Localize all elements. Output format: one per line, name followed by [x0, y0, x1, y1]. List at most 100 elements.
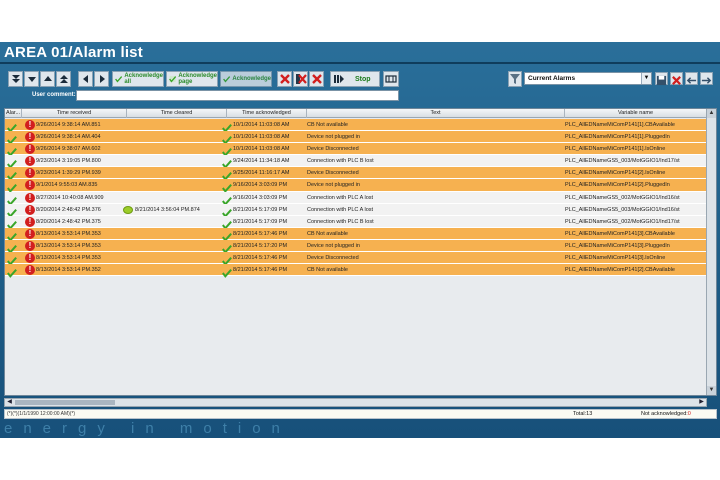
delete-filter-button[interactable]: [670, 72, 683, 85]
acknowledged-check-icon: [222, 168, 232, 182]
cell-text: Connection with PLC B lost: [307, 158, 374, 165]
alarm-exclamation-icon: !: [25, 253, 35, 264]
acknowledged-check-icon: [222, 156, 232, 170]
column-header-text[interactable]: Text: [307, 109, 565, 118]
table-row[interactable]: ! 8/13/2014 3:53:14 PM.353 8/21/2014 5:17:…: [5, 252, 707, 266]
acknowledged-check-icon: [222, 193, 232, 206]
cell-time-cleared: [135, 167, 227, 179]
pause-play-icon: [334, 75, 344, 83]
alarm-exclamation-icon: !: [25, 168, 35, 179]
funnel-icon: [510, 74, 520, 84]
vertical-scrollbar[interactable]: ▲ ▼: [706, 109, 716, 395]
alarm-exclamation-icon: !: [25, 216, 35, 227]
import-filter-button[interactable]: [685, 72, 698, 85]
filter-icon[interactable]: [508, 71, 522, 87]
table-row[interactable]: ! 9/23/2014 1:39:29 PM.939 9/25/2014 11:16…: [5, 167, 707, 182]
save-filter-button[interactable]: [655, 72, 668, 86]
cell-time-acknowledged: 8/21/2014 5:17:20 PM: [233, 242, 288, 249]
cell-time-received: 9/1/2014 9:55:03 AM.835: [36, 182, 98, 189]
cell-time-cleared: [135, 264, 227, 276]
column-header-time-cleared[interactable]: Time cleared: [127, 109, 227, 118]
acknowledged-check-icon: [222, 180, 232, 194]
scroll-up-button[interactable]: [40, 71, 55, 87]
user-comment-input[interactable]: [76, 90, 399, 101]
fit-columns-button[interactable]: [383, 71, 399, 87]
title-divider: [0, 62, 720, 64]
alarm-table: Alar... Time received Time cleared Time …: [4, 108, 717, 396]
export-filter-button[interactable]: [700, 72, 713, 85]
alarm-exclamation-icon: !: [25, 120, 35, 130]
delete-page-button[interactable]: [293, 71, 308, 87]
cell-time-received: 9/26/2014 9:38:14 AM.404: [36, 134, 101, 141]
cell-time-acknowledged: 10/1/2014 11:03:08 AM: [233, 146, 290, 153]
double-down-icon: [11, 75, 20, 83]
column-header-variable-name[interactable]: Variable name: [565, 109, 707, 118]
table-row[interactable]: ! 9/26/2014 9:38:14 AM.851 10/1/2014 11:03…: [5, 119, 707, 133]
table-row[interactable]: ! 8/20/2014 2:48:42 PM.375 8/21/2014 5:17:…: [5, 215, 707, 230]
cell-time-received: 8/13/2014 3:53:14 PM.352: [36, 267, 101, 274]
scroll-bottom-button[interactable]: [8, 71, 23, 87]
table-row[interactable]: ! 9/23/2014 3:19:05 PM.800 9/24/2014 11:34…: [5, 155, 707, 170]
acknowledged-check-icon: [222, 217, 232, 230]
cell-time-cleared: [135, 228, 227, 240]
cell-time-cleared: [135, 240, 227, 252]
acknowledge-all-button[interactable]: Acknowledge all: [112, 71, 164, 87]
alarm-filter-select[interactable]: Current Alarms ▼: [524, 72, 652, 85]
cell-variable-name: PLC_AllEDNameGS5_003/MotGGIO1/Ind17/st: [565, 158, 680, 165]
acknowledged-check-icon: [7, 193, 17, 206]
alarm-exclamation-icon: !: [25, 192, 35, 203]
status-filter-text: (*)(*)(1/1/1990 12:00:00 AM)(*): [7, 411, 76, 417]
table-row[interactable]: ! 9/26/2014 9:38:14 AM.404 10/1/2014 11:03…: [5, 131, 707, 146]
acknowledged-check-icon: [7, 168, 17, 182]
cell-time-received: 9/23/2014 1:39:29 PM.939: [36, 170, 101, 177]
checkmark-icon: [223, 76, 231, 83]
table-row[interactable]: ! 9/1/2014 9:55:03 AM.835 9/16/2014 3:03:0…: [5, 179, 707, 194]
column-header-time-received[interactable]: Time received: [22, 109, 127, 118]
acknowledged-check-icon: [7, 120, 17, 133]
cell-text: Device Disconnected: [307, 255, 359, 262]
cell-time-acknowledged: 8/21/2014 5:17:46 PM: [233, 255, 288, 262]
table-row[interactable]: ! 8/27/2014 10:40:08 AM.909 9/16/2014 3:03…: [5, 191, 707, 206]
cell-time-received: 9/26/2014 9:38:14 AM.851: [36, 122, 101, 128]
acknowledged-check-icon: [7, 205, 17, 218]
scroll-top-button[interactable]: [56, 71, 71, 87]
scrollbar-thumb[interactable]: [15, 400, 115, 405]
delete-alarm-button[interactable]: [277, 71, 292, 87]
cell-text: Connection with PLC A lost: [307, 194, 374, 201]
scroll-left-button[interactable]: [78, 71, 93, 87]
table-body: ! 9/26/2014 9:38:14 AM.851 10/1/2014 11:03…: [5, 119, 707, 279]
cell-text: Device not plugged in: [307, 242, 360, 249]
cell-time-acknowledged: 9/16/2014 3:03:09 PM: [233, 194, 288, 201]
cell-text: CB Not available: [307, 230, 348, 237]
cell-time-received: 8/27/2014 10:40:08 AM.909: [36, 194, 104, 201]
left-arrow-icon: [82, 75, 88, 83]
up-arrow-icon: [43, 76, 52, 81]
table-row[interactable]: ! 9/26/2014 9:38:07 AM.602 10/1/2014 11:03…: [5, 143, 707, 158]
scroll-down-arrow-icon[interactable]: ▼: [707, 386, 716, 395]
status-bar: (*)(*)(1/1/1990 12:00:00 AM)(*) Total:13…: [4, 409, 717, 419]
table-row[interactable]: ! 8/20/2014 2:48:42 PM.376 8/21/2014 3:56:…: [5, 203, 707, 218]
scroll-up-arrow-icon[interactable]: ▲: [707, 109, 716, 118]
table-header: Alar... Time received Time cleared Time …: [5, 109, 707, 118]
stop-button[interactable]: Stop: [330, 71, 380, 87]
table-row[interactable]: ! 8/13/2014 3:53:14 PM.352 8/21/2014 5:17:…: [5, 264, 707, 279]
scroll-right-button[interactable]: [94, 71, 109, 87]
acknowledged-check-icon: [222, 132, 232, 146]
cell-variable-name: PLC_AllEDNameMiComP141[1].CBAvailable: [565, 122, 675, 128]
acknowledge-page-button[interactable]: Acknowledge page: [166, 71, 218, 87]
scroll-down-button[interactable]: [24, 71, 39, 87]
column-header-time-acknowledged[interactable]: Time acknowledged: [227, 109, 307, 118]
status-not-ack-count: 0: [687, 411, 691, 417]
table-row[interactable]: ! 8/13/2014 3:53:14 PM.353 8/21/2014 5:17:…: [5, 227, 707, 242]
acknowledged-check-icon: [222, 253, 232, 266]
acknowledge-button[interactable]: Acknowledge: [220, 71, 272, 87]
acknowledged-check-icon: [222, 144, 232, 158]
acknowledged-check-icon: [7, 132, 17, 146]
scroll-right-arrow-icon[interactable]: ▶: [697, 399, 706, 406]
table-row[interactable]: ! 8/13/2014 3:53:14 PM.353 8/21/2014 5:17:…: [5, 239, 707, 254]
scroll-left-arrow-icon[interactable]: ◀: [5, 399, 14, 406]
column-header-alarm[interactable]: Alar...: [5, 109, 22, 118]
delete-all-button[interactable]: [309, 71, 324, 87]
horizontal-scrollbar[interactable]: ◀ ▶: [4, 398, 707, 407]
alarm-exclamation-icon: !: [25, 204, 35, 215]
